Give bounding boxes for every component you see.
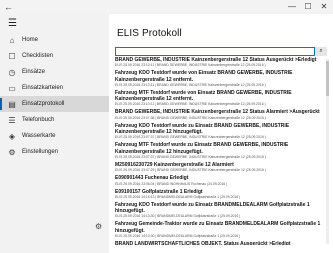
- back-arrow-icon[interactable]: ←: [4, 1, 13, 13]
- navigation-pane: ☰ ⌂ Home ☐ Checklisten ◷ Einsätze ▭ Einsatzkart…: [0, 14, 109, 253]
- close-button[interactable]: ✕: [316, 0, 332, 14]
- maximize-button[interactable]: ☐: [300, 0, 316, 14]
- entry-title: Fahrzeug MTF Testdorf wurde von Einsatz …: [115, 89, 292, 103]
- list-item[interactable]: Fahrzeug MTF Testdorf wurde von Einsatz …: [115, 90, 325, 108]
- page-title: ELIS Protokoll: [117, 28, 182, 39]
- list-item[interactable]: Fahrzeug KDO Testdorf wurde zu Einsatz B…: [115, 202, 325, 220]
- entry-title: BRAND GEWERBE, INDUSTRIE Kainzenbergerst…: [115, 109, 320, 116]
- sidebar-item-label: Telefonbuch: [22, 117, 55, 123]
- entry-title: BRAND LANDWIRTSCHAFTLICHES OBJEKT, Statu…: [115, 241, 291, 245]
- entry-meta: ELIS 25.09.2016 14:13:30 | BRANDMELDEALA…: [115, 214, 241, 219]
- sidebar-item-checklisten[interactable]: ☐ Checklisten: [0, 48, 109, 64]
- main-content: ELIS Protokoll ⌕ BRAND GEWERBE, INDUSTRI…: [109, 14, 333, 253]
- active-indicator: [0, 98, 2, 110]
- sidebar-item-einsatzkarteien[interactable]: ▭ Einsatzkarteien: [0, 80, 109, 96]
- scrollbar-thumb[interactable]: [326, 61, 329, 96]
- list-item[interactable]: E090901443 Fuchenau Erledigt ELIS 25.09.2…: [115, 175, 325, 186]
- sidebar-item-label: Home: [22, 37, 39, 43]
- sidebar-item-label: Einsatzkarteien: [22, 85, 64, 91]
- sidebar-item-einsatzprotokoll[interactable]: ▤ Einsatzprotokoll: [0, 96, 109, 112]
- search-input[interactable]: [115, 47, 315, 56]
- entry-title: Fahrzeug KDO Testdorf wurde zu Einsatz B…: [115, 122, 290, 136]
- list-item[interactable]: Fahrzeug Gemeinde-Traktor wurde zu Einsa…: [115, 221, 325, 239]
- phonebook-icon: ☰: [8, 115, 16, 125]
- list-item[interactable]: Fahrzeug KDO Testdorf wurde zu Einsatz B…: [115, 123, 325, 141]
- protocol-list: BRAND GEWERBE, INDUSTRIE Kainzenbergerst…: [115, 57, 325, 245]
- entry-title: Fahrzeug KDO Testdorf wurde zu Einsatz B…: [115, 201, 310, 215]
- sidebar-item-telefonbuch[interactable]: ☰ Telefonbuch: [0, 112, 109, 128]
- entry-meta: ELIS 25.09.2016 23:07:37 | BRAND GEWERBE…: [115, 154, 266, 159]
- entry-meta: ELIS 25.09.2016 23:06:04 | BRAND WOHNHAU…: [115, 181, 228, 186]
- sidebar-item-label: Einsätze: [22, 69, 46, 75]
- list-item[interactable]: M250916230729 Kainzenbergerstraße 12 Ala…: [115, 162, 325, 173]
- checklist-icon: ☐: [8, 51, 16, 61]
- minimize-button[interactable]: —: [284, 0, 300, 14]
- sidebar-item-einstellungen[interactable]: ⚙ Einstellungen: [0, 144, 109, 160]
- cards-icon: ▭: [8, 83, 16, 93]
- entry-meta: ELIS 25.09.2016 23:10:11 | BRAND GEWERBE…: [115, 82, 266, 87]
- entry-title: Fahrzeug MTF Testdorf wurde zu Einsatz B…: [115, 142, 289, 155]
- gear-icon[interactable]: ⚙: [95, 222, 102, 231]
- hamburger-icon[interactable]: ☰: [8, 18, 17, 30]
- sidebar-item-label: Checklisten: [22, 53, 54, 59]
- entry-meta: ELIS 25.09.2016 14:13:30 | BRANDMELDEALA…: [115, 234, 241, 239]
- sidebar-item-label: Einsatzprotokoll: [22, 101, 65, 107]
- sidebar-item-label: Wasserkarte: [22, 133, 56, 139]
- entry-meta: ELIS 25.09.2016 23:10:11 | BRAND GEWERBE…: [115, 63, 266, 68]
- list-item[interactable]: BRAND GEWERBE, INDUSTRIE Kainzenbergerst…: [115, 57, 325, 68]
- entry-meta: ELIS 25.09.2016 23:10:11 | BRAND GEWERBE…: [115, 102, 266, 107]
- sidebar-item-einsätze[interactable]: ◷ Einsätze: [0, 64, 109, 80]
- alarm-icon: ◷: [8, 67, 16, 77]
- entry-title: Fahrzeug Gemeinde-Traktor wurde zu Einsa…: [115, 221, 321, 234]
- entry-title: Fahrzeug KDO Testdorf wurde von Einsatz …: [115, 70, 293, 83]
- list-item[interactable]: E09100157 Golfplatzstraße 1 Erledigt ELIS…: [115, 189, 325, 200]
- entry-meta: ELIS 25.09.2016 14:16:13 | BRANDMELDEALA…: [115, 194, 241, 199]
- sidebar-item-wasserkarte[interactable]: ◈ Wasserkarte: [0, 128, 109, 144]
- scrollbar[interactable]: [326, 59, 329, 244]
- search-icon[interactable]: ⌕: [315, 47, 327, 56]
- list-item[interactable]: Fahrzeug KDO Testdorf wurde von Einsatz …: [115, 70, 325, 88]
- entry-meta: ELIS 25.09.2016 23:07:29 | BRAND GEWERBE…: [115, 168, 266, 173]
- home-icon: ⌂: [9, 35, 15, 45]
- sidebar-item-home[interactable]: ⌂ Home: [0, 32, 109, 48]
- protocol-icon: ▤: [8, 99, 16, 109]
- entry-meta: ELIS 25.09.2016 23:07:37 | BRAND GEWERBE…: [115, 135, 266, 140]
- entry-meta: ELIS 25.09.2016 23:07:38 | BRAND GEWERBE…: [115, 115, 266, 120]
- list-item[interactable]: Fahrzeug MTF Testdorf wurde zu Einsatz B…: [115, 142, 325, 160]
- sidebar-item-label: Einstellungen: [22, 149, 59, 155]
- title-bar: ← — ☐ ✕: [0, 0, 333, 14]
- gear-icon: ⚙: [8, 147, 16, 157]
- list-item[interactable]: BRAND GEWERBE, INDUSTRIE Kainzenbergerst…: [115, 109, 325, 120]
- list-item[interactable]: BRAND LANDWIRTSCHAFTLICHES OBJEKT, Statu…: [115, 241, 325, 245]
- map-icon: ◈: [8, 131, 16, 141]
